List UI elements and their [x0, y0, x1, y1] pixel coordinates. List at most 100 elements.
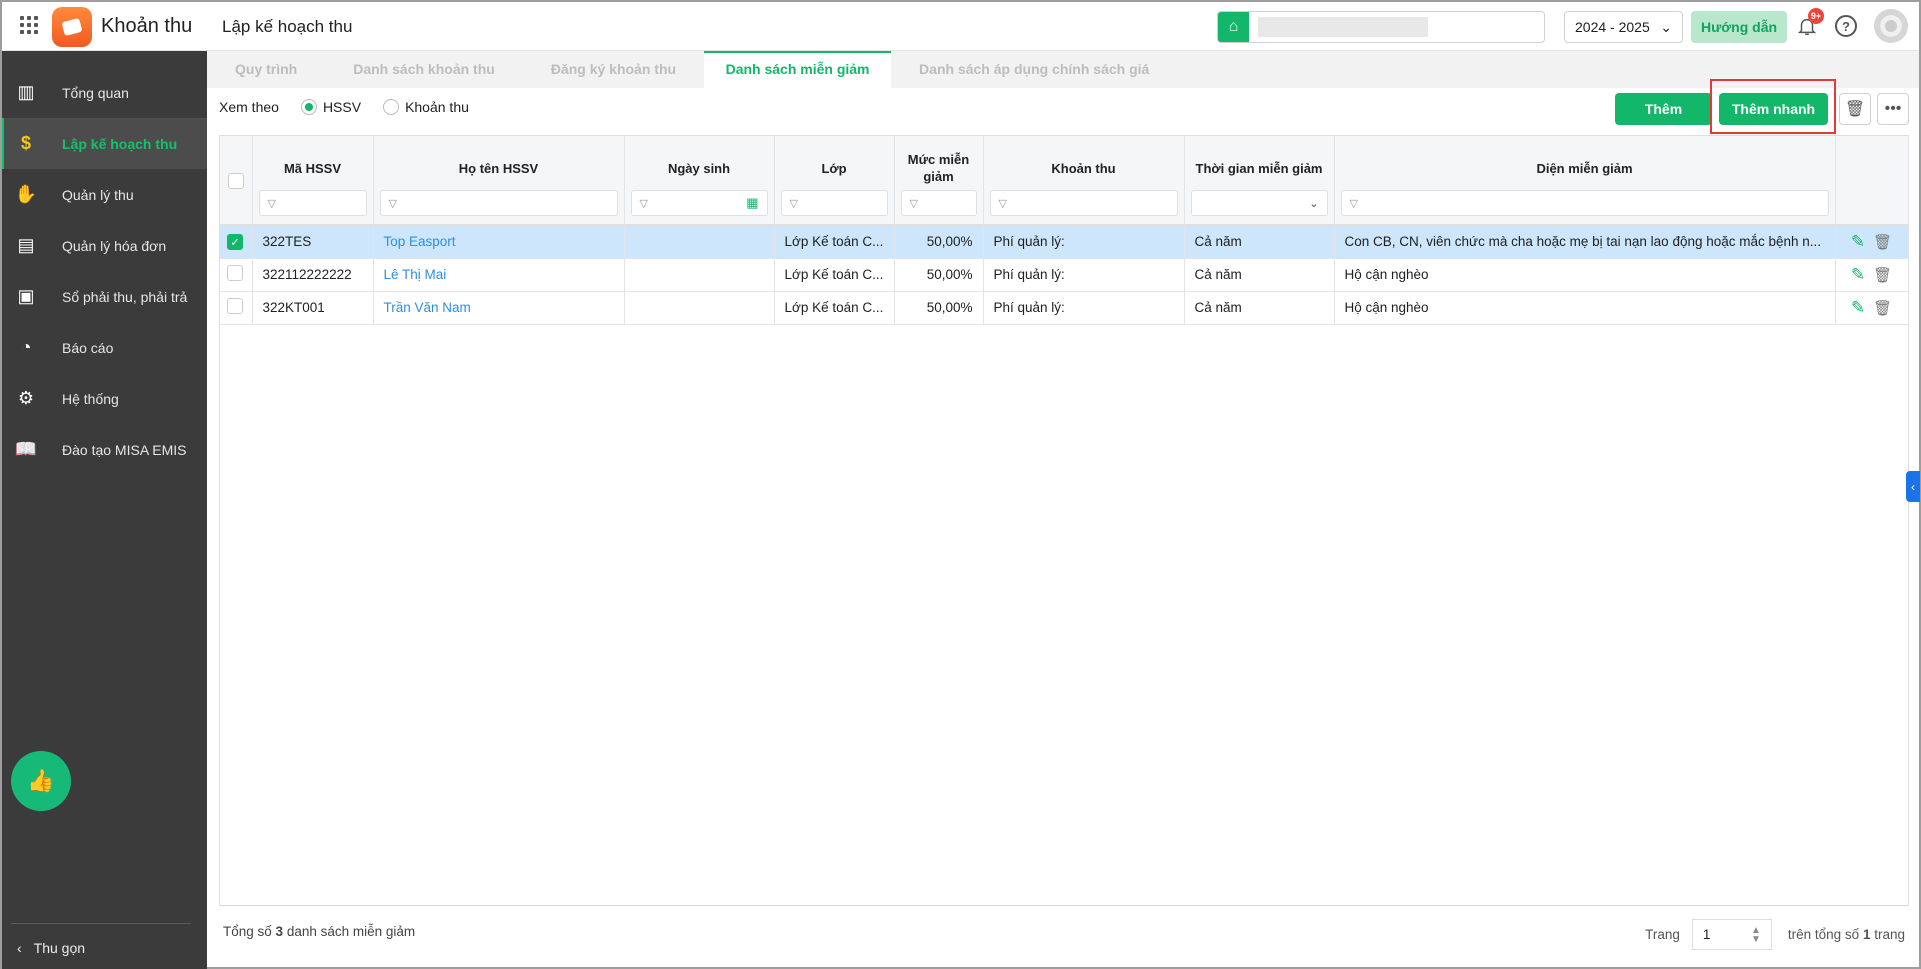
filter-code-input[interactable]: ▽	[258, 190, 367, 216]
column-header-name: Họ tên HSSV ▽	[373, 136, 625, 226]
column-label: Ngày sinh	[667, 160, 731, 176]
row-checkbox-cell	[220, 258, 253, 292]
edit-pencil-icon[interactable]: ✎	[1851, 298, 1865, 318]
gear-icon: ⚙	[17, 388, 35, 408]
sidebar-item-label: Đào tạo MISA EMIS	[62, 441, 187, 458]
pagination: Trang 1 ▲ ▼ trên tổng số 1 trang	[1645, 919, 1905, 950]
home-icon: ⌂	[1218, 12, 1249, 42]
table-row[interactable]: 322112222222 Lê Thị Mai Lớp Kế toán C...…	[220, 258, 1909, 292]
tab-exemption-list[interactable]: Danh sách miễn giảm	[704, 51, 892, 88]
radio-hssv[interactable]	[300, 99, 317, 115]
exemption-table: Mã HSSV ▽ Họ tên HSSV ▽ Ngày sinh ▽ ▦ Lớp ▽ M…	[219, 135, 1909, 906]
sidebar-item-label: Báo cáo	[62, 339, 114, 356]
cell-fee: Phí quản lý:	[983, 258, 1185, 292]
rating-thumbs-up-icon[interactable]: 👍	[11, 751, 71, 811]
row-checkbox[interactable]: ✓	[227, 234, 243, 250]
filter-rate-input[interactable]: ▽	[900, 190, 977, 216]
cell-actions: ✎ 🗑	[1835, 225, 1909, 259]
cell-name-link[interactable]: Top Easport	[373, 225, 625, 259]
radio-fee[interactable]	[383, 99, 400, 115]
edit-pencil-icon[interactable]: ✎	[1851, 232, 1865, 252]
cell-period: Cả năm	[1184, 225, 1335, 259]
total-count: 3	[275, 924, 284, 939]
tab-fee-registration[interactable]: Đăng ký khoản thu	[523, 51, 704, 88]
cell-period: Cả năm	[1184, 291, 1335, 325]
sidebar-item-ledger[interactable]: ▣ Sổ phải thu, phải trả	[2, 271, 207, 322]
side-panel-toggle[interactable]: ‹	[1906, 471, 1920, 502]
invoice-icon: ▤	[17, 235, 35, 255]
highlight-box	[1710, 79, 1836, 134]
delete-trash-icon[interactable]: 🗑	[1873, 299, 1892, 317]
school-selector[interactable]: ⌂	[1217, 11, 1545, 43]
help-icon[interactable]: ?	[1835, 15, 1857, 37]
delete-trash-icon[interactable]: 🗑	[1873, 233, 1892, 251]
calendar-icon[interactable]: ▦	[746, 195, 758, 211]
cell-name-link[interactable]: Lê Thị Mai	[373, 258, 625, 292]
column-label: Lớp	[821, 160, 847, 176]
stepper-icon[interactable]: ▲ ▼	[1751, 925, 1761, 944]
sidebar-item-invoices[interactable]: ▤ Quản lý hóa đơn	[2, 220, 207, 271]
cell-name-link[interactable]: Trần Văn Nam	[373, 291, 625, 325]
radio-fee-label[interactable]: Khoản thu	[405, 99, 469, 115]
delete-icon[interactable]: 🗑	[1839, 93, 1871, 125]
cell-rate: 50,00%	[894, 291, 984, 325]
cell-category: Con CB, CN, viên chức mà cha hoặc mẹ bị …	[1334, 225, 1836, 259]
filter-class-input[interactable]: ▽	[780, 190, 888, 216]
notification-badge: 9+	[1808, 8, 1824, 24]
tab-process[interactable]: Quy trình	[207, 51, 325, 88]
collapse-sidebar-button[interactable]: ‹ Thu gọn	[17, 940, 85, 956]
cell-actions: ✎ 🗑	[1835, 291, 1909, 325]
delete-trash-icon[interactable]: 🗑	[1873, 266, 1892, 284]
chevron-left-icon: ‹	[17, 940, 22, 956]
avatar[interactable]	[1874, 9, 1908, 43]
sidebar-item-training[interactable]: 📖 Đào tạo MISA EMIS	[2, 424, 207, 475]
more-options-icon[interactable]: •••	[1877, 93, 1909, 125]
total-suffix: danh sách miễn giảm	[286, 924, 416, 939]
sidebar-item-revenue-plan[interactable]: $ Lập kế hoạch thu	[2, 118, 207, 169]
cell-code: 322112222222	[252, 258, 374, 292]
tab-price-policy[interactable]: Danh sách áp dụng chính sách giá	[891, 51, 1177, 88]
total-pages-text: trên tổng số 1 trang	[1788, 927, 1905, 942]
filter-icon: ▽	[388, 197, 397, 210]
sidebar-item-reports[interactable]: ◔ Báo cáo	[2, 322, 207, 373]
sidebar-item-system[interactable]: ⚙ Hệ thống	[2, 373, 207, 424]
pages-prefix: trên tổng số	[1787, 927, 1860, 942]
top-bar: Khoản thu Lập kế hoạch thu ⌂ 2024 - 2025…	[2, 2, 1919, 51]
pages-count: 1	[1862, 927, 1871, 942]
row-checkbox-cell: ✓	[220, 225, 253, 259]
filter-fee-input[interactable]: ▽	[989, 190, 1178, 216]
select-all-checkbox[interactable]	[227, 173, 244, 189]
row-checkbox[interactable]	[227, 265, 243, 281]
view-by-group: Xem theo HSSV Khoản thu	[219, 99, 469, 115]
radio-hssv-label[interactable]: HSSV	[323, 99, 361, 115]
cell-code: 322TES	[252, 225, 374, 259]
column-label: Diện miễn giảm	[1536, 160, 1633, 176]
sidebar-item-collection[interactable]: ✋ Quản lý thu	[2, 169, 207, 220]
page-number-input[interactable]: 1 ▲ ▼	[1691, 919, 1772, 950]
column-header-fee: Khoản thu ▽	[983, 136, 1185, 226]
pages-suffix: trang	[1874, 927, 1905, 942]
guide-button[interactable]: Hướng dẫn	[1691, 11, 1787, 43]
cell-dob	[624, 225, 775, 259]
filter-period-select[interactable]: ⌄	[1190, 190, 1328, 216]
school-year-select[interactable]: 2024 - 2025 ⌄	[1564, 11, 1683, 43]
tab-fee-list[interactable]: Danh sách khoản thu	[325, 51, 523, 88]
add-button[interactable]: Thêm	[1615, 93, 1712, 125]
tab-bar: Quy trình Danh sách khoản thu Đăng ký kh…	[207, 51, 1919, 88]
filter-category-input[interactable]: ▽	[1340, 190, 1829, 216]
edit-pencil-icon[interactable]: ✎	[1851, 265, 1865, 285]
app-grid-icon[interactable]	[20, 16, 38, 34]
calendar-dollar-icon: $	[20, 133, 31, 153]
table-row[interactable]: ✓ 322TES Top Easport Lớp Kế toán C... 50…	[220, 225, 1909, 259]
table-row[interactable]: 322KT001 Trần Văn Nam Lớp Kế toán C... 5…	[220, 291, 1909, 325]
filter-dob-input[interactable]: ▽ ▦	[630, 190, 768, 216]
cell-code: 322KT001	[252, 291, 374, 325]
filter-icon: ▽	[639, 197, 648, 210]
sidebar-item-overview[interactable]: ▥ Tổng quan	[2, 67, 207, 118]
cell-rate: 50,00%	[894, 258, 984, 292]
filter-name-input[interactable]: ▽	[379, 190, 618, 216]
row-checkbox[interactable]	[227, 298, 243, 314]
page-value: 1	[1702, 927, 1711, 942]
column-header-category: Diện miễn giảm ▽	[1334, 136, 1836, 226]
sidebar-item-label: Tổng quan	[62, 84, 129, 101]
